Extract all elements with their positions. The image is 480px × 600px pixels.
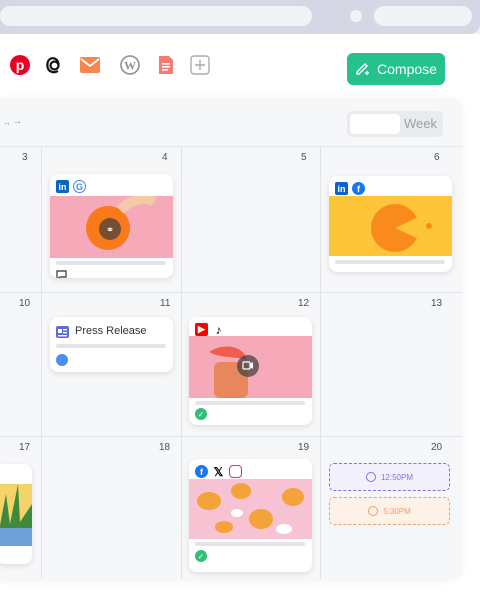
google-icon: G (73, 180, 86, 193)
browser-dot (350, 10, 362, 22)
email-icon[interactable] (79, 54, 101, 76)
threads-icon[interactable] (43, 54, 65, 76)
grid-line (0, 436, 462, 437)
post-card[interactable]: in G ⚭ (50, 174, 173, 278)
day-number: 5 (301, 152, 307, 163)
newspaper-icon (56, 325, 69, 343)
browser-search-bar[interactable] (374, 6, 472, 26)
arrow-right-icon[interactable]: ., → (4, 116, 22, 127)
day-number: 10 (19, 298, 31, 309)
post-image-smoothie (189, 336, 312, 398)
youtube-icon: ▶ (195, 323, 208, 336)
compose-button[interactable]: Compose (347, 53, 445, 85)
day-number: 3 (22, 152, 28, 163)
view-option-week[interactable]: Week (404, 116, 437, 131)
view-toggle[interactable]: Week (347, 111, 443, 137)
browser-bar (0, 0, 480, 34)
clock-icon (368, 506, 379, 516)
progress-bar (195, 542, 305, 546)
comment-icon (56, 267, 67, 278)
svg-text:p: p (16, 57, 25, 73)
time-slot[interactable]: 12:50PM (329, 463, 450, 491)
progress-bar (335, 260, 445, 264)
post-card-press-release[interactable]: Press Release (50, 317, 173, 372)
add-icon[interactable] (189, 54, 211, 76)
grid-line (181, 147, 182, 579)
day-number: 18 (159, 442, 171, 453)
progress-bar (56, 261, 166, 265)
linkedin-icon: in (56, 180, 69, 193)
progress-bar (195, 401, 305, 405)
facebook-icon: f (195, 465, 208, 478)
linkedin-icon: in (335, 182, 348, 195)
post-card[interactable]: ▶ ♪ ✓ (189, 317, 312, 425)
pinterest-icon[interactable]: p (9, 54, 31, 76)
check-icon: ✓ (195, 408, 207, 420)
press-release-label: Press Release (75, 325, 147, 337)
day-number: 19 (298, 442, 310, 453)
svg-text:W: W (124, 59, 136, 73)
post-card[interactable] (0, 464, 32, 564)
day-number: 4 (162, 152, 168, 163)
wordpress-icon[interactable]: W (119, 54, 141, 76)
clock-icon (365, 472, 376, 482)
day-number: 6 (434, 152, 440, 163)
post-image-chips (189, 479, 312, 539)
post-card[interactable]: in f (329, 176, 452, 272)
grid-line (320, 147, 321, 579)
compose-icon (355, 60, 371, 79)
time-slot-label: 5:30PM (383, 506, 411, 516)
facebook-icon: f (352, 182, 365, 195)
post-card[interactable]: f 𝕏 ✓ (189, 459, 312, 572)
calendar-panel: ., → Week 3 4 5 6 10 11 12 13 17 18 19 2… (0, 97, 462, 579)
post-image-orange: ⚭ (50, 194, 173, 258)
post-image-orange-slice (329, 196, 452, 256)
tiktok-icon: ♪ (212, 323, 225, 337)
post-image-pineapple (0, 484, 32, 546)
instagram-icon (229, 465, 242, 478)
time-slot[interactable]: 5:30PM (329, 497, 450, 525)
check-icon: ✓ (195, 550, 207, 562)
day-number: 13 (431, 298, 443, 309)
day-number: 17 (19, 442, 31, 453)
progress-bar (56, 344, 166, 348)
compose-label: Compose (377, 61, 437, 77)
document-icon[interactable] (155, 54, 177, 76)
x-twitter-icon: 𝕏 (212, 464, 225, 479)
grid-line (41, 147, 42, 579)
calendar-header: ., → Week (0, 97, 462, 147)
day-number: 12 (298, 298, 310, 309)
svg-text:⚭: ⚭ (106, 225, 114, 236)
address-bar[interactable] (0, 6, 312, 26)
clock-icon (56, 354, 68, 366)
view-option-blank[interactable] (350, 114, 400, 134)
grid-line (0, 292, 462, 293)
time-slot-label: 12:50PM (380, 472, 414, 482)
day-number: 20 (431, 442, 443, 453)
day-number: 11 (160, 298, 171, 309)
